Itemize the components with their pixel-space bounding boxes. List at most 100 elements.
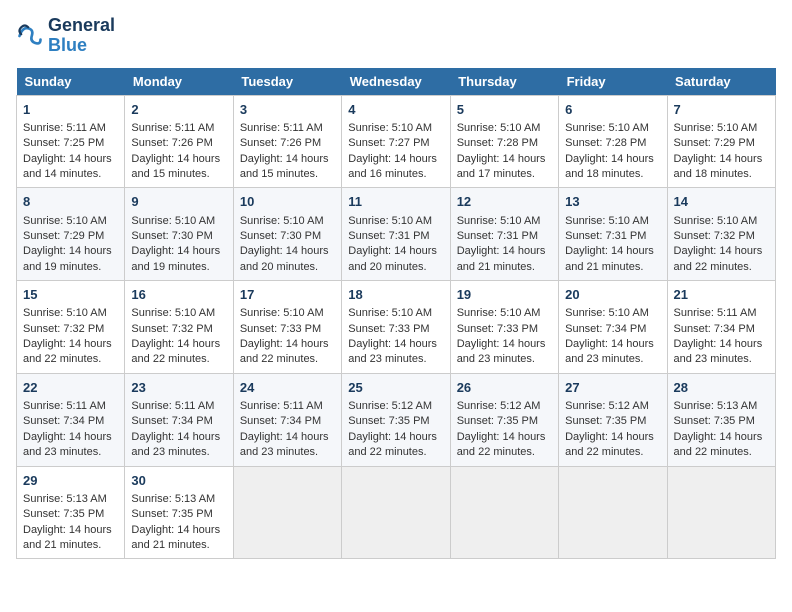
calendar-day-cell: 23Sunrise: 5:11 AMSunset: 7:34 PMDayligh…	[125, 373, 233, 466]
weekday-header-cell: Friday	[559, 68, 667, 96]
daylight-text: Daylight: 14 hours and 22 minutes.	[240, 337, 335, 368]
logo-text: General Blue	[48, 16, 115, 56]
daylight-text: Daylight: 14 hours and 20 minutes.	[240, 244, 335, 275]
sunrise-text: Sunrise: 5:13 AM	[23, 492, 118, 507]
sunrise-text: Sunrise: 5:10 AM	[565, 306, 660, 321]
day-number: 27	[565, 379, 660, 397]
day-number: 5	[457, 101, 552, 119]
calendar-week-row: 8Sunrise: 5:10 AMSunset: 7:29 PMDaylight…	[17, 188, 776, 281]
calendar-week-row: 22Sunrise: 5:11 AMSunset: 7:34 PMDayligh…	[17, 373, 776, 466]
day-number: 18	[348, 286, 443, 304]
sunrise-text: Sunrise: 5:12 AM	[457, 399, 552, 414]
sunrise-text: Sunrise: 5:12 AM	[565, 399, 660, 414]
sunset-text: Sunset: 7:35 PM	[457, 414, 552, 429]
sunset-text: Sunset: 7:29 PM	[674, 136, 769, 151]
daylight-text: Daylight: 14 hours and 23 minutes.	[240, 430, 335, 461]
calendar-day-cell: 14Sunrise: 5:10 AMSunset: 7:32 PMDayligh…	[667, 188, 775, 281]
day-number: 12	[457, 193, 552, 211]
calendar-day-cell: 13Sunrise: 5:10 AMSunset: 7:31 PMDayligh…	[559, 188, 667, 281]
sunrise-text: Sunrise: 5:10 AM	[674, 214, 769, 229]
daylight-text: Daylight: 14 hours and 18 minutes.	[565, 152, 660, 183]
day-number: 24	[240, 379, 335, 397]
sunrise-text: Sunrise: 5:10 AM	[131, 214, 226, 229]
calendar-day-cell: 28Sunrise: 5:13 AMSunset: 7:35 PMDayligh…	[667, 373, 775, 466]
sunset-text: Sunset: 7:28 PM	[457, 136, 552, 151]
logo-icon	[16, 22, 44, 50]
day-number: 19	[457, 286, 552, 304]
calendar-day-cell: 1Sunrise: 5:11 AMSunset: 7:25 PMDaylight…	[17, 95, 125, 188]
sunrise-text: Sunrise: 5:10 AM	[674, 121, 769, 136]
weekday-header-cell: Monday	[125, 68, 233, 96]
day-number: 10	[240, 193, 335, 211]
sunrise-text: Sunrise: 5:11 AM	[23, 121, 118, 136]
sunrise-text: Sunrise: 5:10 AM	[131, 306, 226, 321]
sunrise-text: Sunrise: 5:10 AM	[240, 306, 335, 321]
sunset-text: Sunset: 7:26 PM	[131, 136, 226, 151]
sunset-text: Sunset: 7:27 PM	[348, 136, 443, 151]
weekday-header-row: SundayMondayTuesdayWednesdayThursdayFrid…	[17, 68, 776, 96]
daylight-text: Daylight: 14 hours and 17 minutes.	[457, 152, 552, 183]
sunrise-text: Sunrise: 5:11 AM	[240, 399, 335, 414]
sunrise-text: Sunrise: 5:10 AM	[240, 214, 335, 229]
calendar-week-row: 29Sunrise: 5:13 AMSunset: 7:35 PMDayligh…	[17, 466, 776, 559]
calendar-day-cell: 15Sunrise: 5:10 AMSunset: 7:32 PMDayligh…	[17, 281, 125, 374]
calendar-day-cell: 26Sunrise: 5:12 AMSunset: 7:35 PMDayligh…	[450, 373, 558, 466]
daylight-text: Daylight: 14 hours and 23 minutes.	[457, 337, 552, 368]
sunset-text: Sunset: 7:25 PM	[23, 136, 118, 151]
daylight-text: Daylight: 14 hours and 22 minutes.	[674, 430, 769, 461]
sunrise-text: Sunrise: 5:10 AM	[565, 214, 660, 229]
sunrise-text: Sunrise: 5:11 AM	[131, 121, 226, 136]
sunrise-text: Sunrise: 5:10 AM	[348, 121, 443, 136]
sunset-text: Sunset: 7:29 PM	[23, 229, 118, 244]
day-number: 9	[131, 193, 226, 211]
calendar-day-cell: 24 Sunrise: 5:11 AMSunset: 7:34 PMDayligh…	[233, 373, 341, 466]
sunrise-text: Sunrise: 5:10 AM	[565, 121, 660, 136]
day-number: 20	[565, 286, 660, 304]
calendar-day-cell	[667, 466, 775, 559]
daylight-text: Daylight: 14 hours and 21 minutes.	[131, 523, 226, 554]
weekday-header-cell: Tuesday	[233, 68, 341, 96]
calendar-day-cell: 2Sunrise: 5:11 AMSunset: 7:26 PMDaylight…	[125, 95, 233, 188]
calendar-day-cell: 8Sunrise: 5:10 AMSunset: 7:29 PMDaylight…	[17, 188, 125, 281]
daylight-text: Daylight: 14 hours and 23 minutes.	[565, 337, 660, 368]
daylight-text: Daylight: 14 hours and 20 minutes.	[348, 244, 443, 275]
sunset-text: Sunset: 7:33 PM	[457, 322, 552, 337]
daylight-text: Daylight: 14 hours and 15 minutes.	[131, 152, 226, 183]
day-number: 25	[348, 379, 443, 397]
calendar-day-cell: 30Sunrise: 5:13 AMSunset: 7:35 PMDayligh…	[125, 466, 233, 559]
sunset-text: Sunset: 7:35 PM	[565, 414, 660, 429]
calendar-day-cell: 5Sunrise: 5:10 AMSunset: 7:28 PMDaylight…	[450, 95, 558, 188]
sunset-text: Sunset: 7:31 PM	[348, 229, 443, 244]
day-number: 30	[131, 472, 226, 490]
daylight-text: Daylight: 14 hours and 15 minutes.	[240, 152, 335, 183]
calendar-day-cell: 3Sunrise: 5:11 AMSunset: 7:26 PMDaylight…	[233, 95, 341, 188]
daylight-text: Daylight: 14 hours and 23 minutes.	[674, 337, 769, 368]
sunset-text: Sunset: 7:35 PM	[674, 414, 769, 429]
sunset-text: Sunset: 7:26 PM	[240, 136, 335, 151]
sunset-text: Sunset: 7:34 PM	[240, 414, 335, 429]
daylight-text: Daylight: 14 hours and 22 minutes.	[348, 430, 443, 461]
day-number: 23	[131, 379, 226, 397]
sunset-text: Sunset: 7:34 PM	[674, 322, 769, 337]
daylight-text: Daylight: 14 hours and 23 minutes.	[23, 430, 118, 461]
calendar-table: SundayMondayTuesdayWednesdayThursdayFrid…	[16, 68, 776, 560]
weekday-header-cell: Wednesday	[342, 68, 450, 96]
daylight-text: Daylight: 14 hours and 19 minutes.	[131, 244, 226, 275]
sunset-text: Sunset: 7:32 PM	[131, 322, 226, 337]
calendar-day-cell: 19Sunrise: 5:10 AMSunset: 7:33 PMDayligh…	[450, 281, 558, 374]
day-number: 29	[23, 472, 118, 490]
calendar-day-cell	[233, 466, 341, 559]
logo: General Blue	[16, 16, 115, 56]
daylight-text: Daylight: 14 hours and 18 minutes.	[674, 152, 769, 183]
day-number: 8	[23, 193, 118, 211]
day-number: 7	[674, 101, 769, 119]
day-number: 13	[565, 193, 660, 211]
sunrise-text: Sunrise: 5:10 AM	[23, 214, 118, 229]
daylight-text: Daylight: 14 hours and 23 minutes.	[131, 430, 226, 461]
page-header: General Blue	[16, 16, 776, 56]
sunset-text: Sunset: 7:34 PM	[131, 414, 226, 429]
sunset-text: Sunset: 7:34 PM	[23, 414, 118, 429]
calendar-day-cell: 4Sunrise: 5:10 AMSunset: 7:27 PMDaylight…	[342, 95, 450, 188]
sunset-text: Sunset: 7:34 PM	[565, 322, 660, 337]
calendar-day-cell: 18Sunrise: 5:10 AMSunset: 7:33 PMDayligh…	[342, 281, 450, 374]
